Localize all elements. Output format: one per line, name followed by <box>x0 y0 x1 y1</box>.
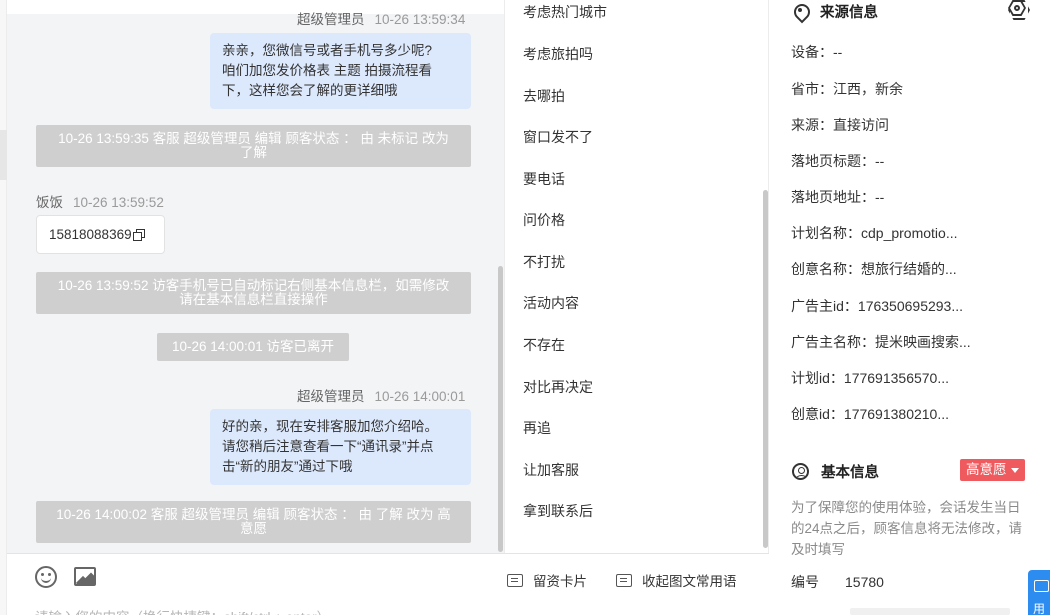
info-row-region: 省市：江西，新余 <box>791 81 903 97</box>
message-line: 击“新的朋友”通过下哦 <box>222 459 353 474</box>
visitor-message: 15818088369 <box>36 215 165 254</box>
phrase-item[interactable]: 活动内容 <box>523 293 579 313</box>
message-line: 好的亲，现在安排客服加您介绍哈。 <box>222 419 438 434</box>
system-line: 请在基本信息栏直接操作 <box>179 292 328 307</box>
caret-down-icon <box>1010 467 1019 473</box>
info-row-plan-id: 计划id：177691356570... <box>791 370 950 386</box>
system-line: 10-26 14:00:02 客服 超级管理员 编辑 顾客状态 ： 由 了解 改… <box>56 507 451 522</box>
message-time: 10-26 13:59:52 <box>73 195 164 210</box>
app-window: 超级管理员 10-26 13:59:34 亲亲，您微信号或者手机号多少呢? 咱们加… <box>0 0 1050 615</box>
phrase-item[interactable]: 拿到联系后 <box>523 501 593 521</box>
intent-level-label: 高意愿 <box>966 462 1007 477</box>
intent-level-dropdown[interactable]: 高意愿 <box>960 459 1025 481</box>
phrase-item[interactable]: 去哪拍 <box>523 86 565 106</box>
info-row-advertiser-name: 广告主名称：提米映画搜索... <box>791 334 971 350</box>
customer-id-row: 编号 15780 <box>791 572 884 592</box>
phone-number-text: 15818088369 <box>49 227 132 242</box>
message-meta: 超级管理员 10-26 13:59:34 <box>297 8 465 28</box>
message-meta: 饭饭 10-26 13:59:52 <box>36 191 164 211</box>
info-row-creative-name: 创意名称：想旅行结婚的... <box>791 261 957 277</box>
info-row-device: 设备：-- <box>791 44 843 60</box>
source-info-header: 来源信息 <box>792 1 878 22</box>
sender-name: 饭饭 <box>36 195 63 210</box>
copy-icon[interactable] <box>132 229 145 242</box>
agent-message: 亲亲，您微信号或者手机号多少呢? 咱们加您发价格表 主题 拍摄流程看 下，这样您… <box>210 33 471 109</box>
phrase-item[interactable]: 对比再决定 <box>523 377 593 397</box>
message-time: 10-26 13:59:34 <box>374 12 466 27</box>
card-icon <box>616 573 632 587</box>
phrase-item[interactable]: 窗口发不了 <box>523 127 593 147</box>
customer-info-panel: 来源信息 设备：-- 省市：江西，新余 来源：直接访问 落地页标题：-- 落地页… <box>770 0 1050 615</box>
system-message: 10-26 14:00:01 访客已离开 <box>157 333 349 361</box>
chat-scrollbar[interactable] <box>498 266 503 552</box>
chat-history[interactable]: 超级管理员 10-26 13:59:34 亲亲，您微信号或者手机号多少呢? 咱们加… <box>7 0 504 553</box>
emoji-icon[interactable] <box>35 566 57 588</box>
id-value: 15780 <box>845 574 884 590</box>
left-gutter <box>0 0 7 615</box>
phrase-item[interactable]: 不存在 <box>523 335 565 355</box>
system-message: 10-26 14:00:02 客服 超级管理员 编辑 顾客状态 ： 由 了解 改… <box>36 501 471 543</box>
message-input[interactable]: 请输入您的内容（换行快捷键：shift/ctrl + enter） <box>35 606 330 615</box>
info-row-advertiser-id: 广告主id：176350695293... <box>791 298 964 314</box>
message-line: 请您稍后注意查看一下“通讯录”并点 <box>222 439 434 454</box>
system-line: 10-26 14:00:01 访客已离开 <box>171 339 335 354</box>
sender-name: 超级管理员 <box>297 389 365 404</box>
section-title: 来源信息 <box>820 5 878 21</box>
user-icon <box>792 463 809 480</box>
phrase-item[interactable]: 考虑旅拍吗 <box>523 44 593 64</box>
collapse-phrases-label: 收起图文常用语 <box>642 574 737 589</box>
lead-card-label: 留资卡片 <box>533 574 587 589</box>
system-message: 10-26 13:59:52 访客手机号已自动标记右侧基本信息栏，如需修改 请在… <box>36 272 471 314</box>
phrase-item[interactable]: 不打扰 <box>523 252 565 272</box>
info-row-plan-name: 计划名称：cdp_promotio... <box>791 225 958 241</box>
edit-notice: 为了保障您的使用体验，会话发生当日的24点之后，顾客信息将无法修改，请及时填写 <box>791 500 1023 557</box>
collapse-phrases-button[interactable]: 收起图文常用语 <box>616 570 737 590</box>
phrases-scrollbar[interactable] <box>763 190 768 548</box>
card-icon <box>507 573 523 587</box>
floating-chat-button[interactable]: 用 <box>1028 570 1050 615</box>
system-message: 10-26 13:59:35 客服 超级管理员 编辑 顾客状态 ： 由 未标记 … <box>36 125 471 167</box>
system-line: 了解 <box>240 145 267 160</box>
message-meta: 超级管理员 10-26 14:00:01 <box>297 385 465 405</box>
message-line: 下，这样您会了解的更详细哦 <box>222 83 398 98</box>
sender-name: 超级管理员 <box>297 12 365 27</box>
info-row-landing-url: 落地页地址：-- <box>791 189 885 205</box>
phrase-item[interactable]: 让加客服 <box>523 460 579 480</box>
message-line: 咱们加您发价格表 主题 拍摄流程看 <box>222 63 433 78</box>
message-line: 亲亲，您微信号或者手机号多少呢? <box>222 43 433 58</box>
image-icon[interactable] <box>74 567 96 586</box>
message-time: 10-26 14:00:01 <box>374 389 466 404</box>
system-line: 10-26 13:59:35 客服 超级管理员 编辑 顾客状态 ： 由 未标记 … <box>58 131 449 146</box>
next-field-input[interactable] <box>850 608 1010 615</box>
settings-icon[interactable] <box>1008 0 1026 16</box>
info-row-creative-id: 创意id：177691380210... <box>791 406 950 422</box>
id-label: 编号 <box>791 574 819 590</box>
agent-message: 好的亲，现在安排客服加您介绍哈。 请您稍后注意查看一下“通讯录”并点 击“新的朋… <box>210 409 471 485</box>
section-title: 基本信息 <box>821 465 879 481</box>
floating-button-label: 用 <box>1033 602 1046 615</box>
phrase-item[interactable]: 再追 <box>523 418 551 438</box>
phrase-item[interactable]: 问价格 <box>523 210 565 230</box>
quick-phrases-list: 考虑热门城市 考虑旅拍吗 去哪拍 窗口发不了 要电话 问价格 不打扰 活动内容 … <box>504 0 769 553</box>
system-line: 意愿 <box>240 521 267 536</box>
location-pin-icon <box>792 4 808 20</box>
collapse-handle[interactable] <box>0 130 7 180</box>
lead-card-button[interactable]: 留资卡片 <box>507 570 587 590</box>
system-line: 10-26 13:59:52 访客手机号已自动标记右侧基本信息栏，如需修改 <box>57 278 450 293</box>
phrase-item[interactable]: 考虑热门城市 <box>523 2 607 22</box>
message-composer: 留资卡片 收起图文常用语 请输入您的内容（换行快捷键：shift/ctrl + … <box>7 553 769 615</box>
info-row-source: 来源：直接访问 <box>791 117 889 133</box>
phrase-item[interactable]: 要电话 <box>523 169 565 189</box>
basic-info-header: 基本信息 <box>792 461 879 482</box>
info-row-landing-title: 落地页标题：-- <box>791 153 885 169</box>
